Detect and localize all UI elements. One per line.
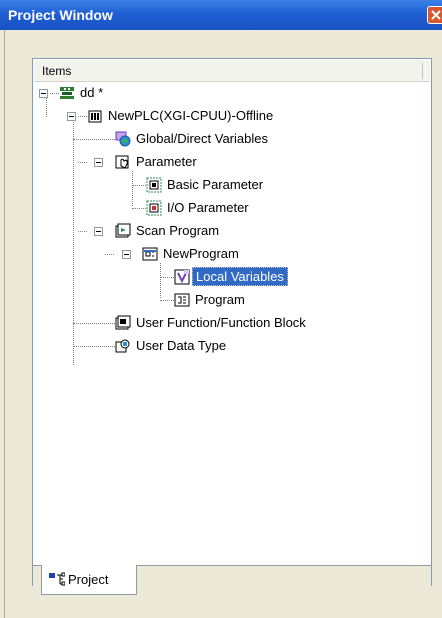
plc-icon <box>88 110 102 123</box>
collapse-toggle[interactable] <box>39 89 48 98</box>
collapse-toggle[interactable] <box>94 227 103 236</box>
project-tab-icon <box>49 572 65 586</box>
tab-project[interactable]: Project <box>41 565 137 595</box>
project-tree-panel: Items dd * NewPLC(XGI-CPUU)-Offline Glob… <box>32 58 432 586</box>
tree-item-project[interactable]: dd * <box>33 83 233 105</box>
program-icon <box>174 293 190 307</box>
collapse-toggle[interactable] <box>122 250 131 259</box>
title-bar: Project Window <box>0 0 442 30</box>
tree-item-user-function-block[interactable]: User Function/Function Block <box>33 313 373 335</box>
close-icon <box>431 10 441 20</box>
tree-item-label: NewProgram <box>163 246 239 261</box>
tree-item-label: User Function/Function Block <box>136 315 306 330</box>
column-resize-handle[interactable] <box>422 63 426 79</box>
tree-item-label: Scan Program <box>136 223 220 238</box>
close-button[interactable] <box>427 6 442 24</box>
column-header-items: Items <box>42 64 72 78</box>
tree-item-label: Parameter <box>136 154 197 169</box>
local-variables-icon <box>174 269 190 285</box>
project-icon <box>60 87 74 99</box>
tree-item-basic-parameter[interactable]: Basic Parameter <box>33 175 333 197</box>
tree-item-io-parameter[interactable]: I/O Parameter <box>33 198 333 220</box>
tree-item-label: Program <box>195 292 245 307</box>
tree-item-user-data-type[interactable]: User Data Type <box>33 336 333 358</box>
tree-item-label: I/O Parameter <box>167 200 249 215</box>
data-type-icon <box>115 339 130 353</box>
collapse-toggle[interactable] <box>67 112 76 121</box>
global-variables-icon <box>115 131 131 147</box>
tree-item-program[interactable]: Program <box>33 290 333 312</box>
parameter-icon <box>115 155 129 169</box>
column-header[interactable]: Items <box>34 60 430 82</box>
project-tree: dd * NewPLC(XGI-CPUU)-Offline Global/Dir… <box>33 83 431 563</box>
tree-item-label: Basic Parameter <box>167 177 264 192</box>
tab-label: Project <box>68 572 109 587</box>
basic-parameter-icon <box>146 177 162 193</box>
tree-item-scan-program[interactable]: Scan Program <box>33 221 333 243</box>
tree-item-new-program[interactable]: NewProgram <box>33 244 333 266</box>
tree-item-local-variables[interactable]: Local Variables <box>33 267 333 289</box>
tree-item-label: dd * <box>80 85 104 100</box>
tree-item-label: Local Variables <box>192 267 288 286</box>
tree-item-global-variables[interactable]: Global/Direct Variables <box>33 129 333 151</box>
window-title: Project Window <box>8 7 113 23</box>
tree-item-label: Global/Direct Variables <box>136 131 268 146</box>
tree-item-parameter[interactable]: Parameter <box>33 152 333 174</box>
io-parameter-icon <box>146 200 162 216</box>
program-folder-icon <box>142 247 158 261</box>
tab-strip: Project <box>33 565 431 599</box>
tree-item-label: User Data Type <box>136 338 227 353</box>
scan-program-icon <box>115 223 131 238</box>
tree-item-plc[interactable]: NewPLC(XGI-CPUU)-Offline <box>33 106 333 128</box>
function-block-icon <box>115 315 131 330</box>
collapse-toggle[interactable] <box>94 158 103 167</box>
tree-item-label: NewPLC(XGI-CPUU)-Offline <box>108 108 274 123</box>
